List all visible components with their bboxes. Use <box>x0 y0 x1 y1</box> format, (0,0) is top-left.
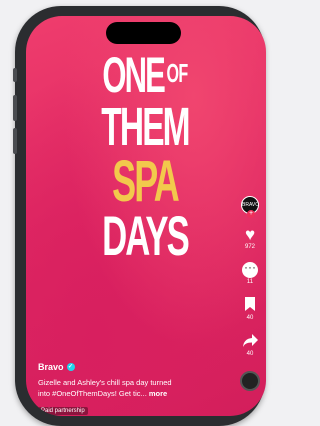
caption-line-1: Gizelle and Ashley's chill spa day turne… <box>38 378 172 387</box>
like-count: 972 <box>244 244 255 250</box>
share-icon <box>240 333 260 350</box>
promo-word-of: OF <box>166 58 188 88</box>
promo-word-one: ONE <box>102 47 165 103</box>
video-caption: Bravo ✓ Gizelle and Ashley's chill spa d… <box>38 362 218 416</box>
promo-title-line-2: THEM <box>101 97 190 157</box>
dynamic-island <box>106 22 181 44</box>
creator-username[interactable]: Bravo <box>38 362 64 372</box>
save-button[interactable]: 40 <box>240 297 260 321</box>
promo-title-line-4: DAYS <box>102 204 190 267</box>
phone-volume-down <box>13 128 17 154</box>
comment-button[interactable]: ··· 11 <box>240 261 260 285</box>
caption-line-2-row: into #OneOfThemDays! Get tic... more <box>38 389 218 400</box>
phone-side-button <box>13 68 17 82</box>
promo-title-line-3: SPA <box>112 149 180 214</box>
promo-title-line-1: ONEOF <box>71 50 219 100</box>
verified-icon: ✓ <box>66 363 75 371</box>
heart-icon: ♥ <box>244 225 256 244</box>
creator-name-row[interactable]: Bravo ✓ <box>38 362 218 372</box>
like-button[interactable]: ♥ 972 <box>240 226 260 250</box>
share-count: 40 <box>246 351 254 357</box>
share-button[interactable]: 40 <box>240 333 260 357</box>
follow-plus-icon[interactable]: + <box>247 210 255 218</box>
comment-icon: ··· <box>242 261 258 278</box>
comment-count: 11 <box>246 279 254 285</box>
creator-avatar[interactable]: BRAVO + <box>241 196 260 218</box>
caption-line-2: into #OneOfThemDays! Get tic... <box>38 388 147 398</box>
phone-volume-up <box>13 95 17 121</box>
more-link[interactable]: more <box>149 389 167 398</box>
bookmark-icon <box>240 297 260 314</box>
avatar-label: BRAVO <box>242 202 260 208</box>
video-screen[interactable]: ONEOF THEM SPA DAYS BRAVO + ♥ 972 ··· 11… <box>26 16 266 416</box>
save-count: 40 <box>246 315 254 321</box>
caption-text: Gizelle and Ashley's chill spa day turne… <box>38 378 218 399</box>
action-rail: BRAVO + ♥ 972 ··· 11 40 40 <box>240 196 260 391</box>
paid-partnership-tag: Paid partnership <box>38 407 88 415</box>
music-disc-icon[interactable] <box>240 371 260 391</box>
